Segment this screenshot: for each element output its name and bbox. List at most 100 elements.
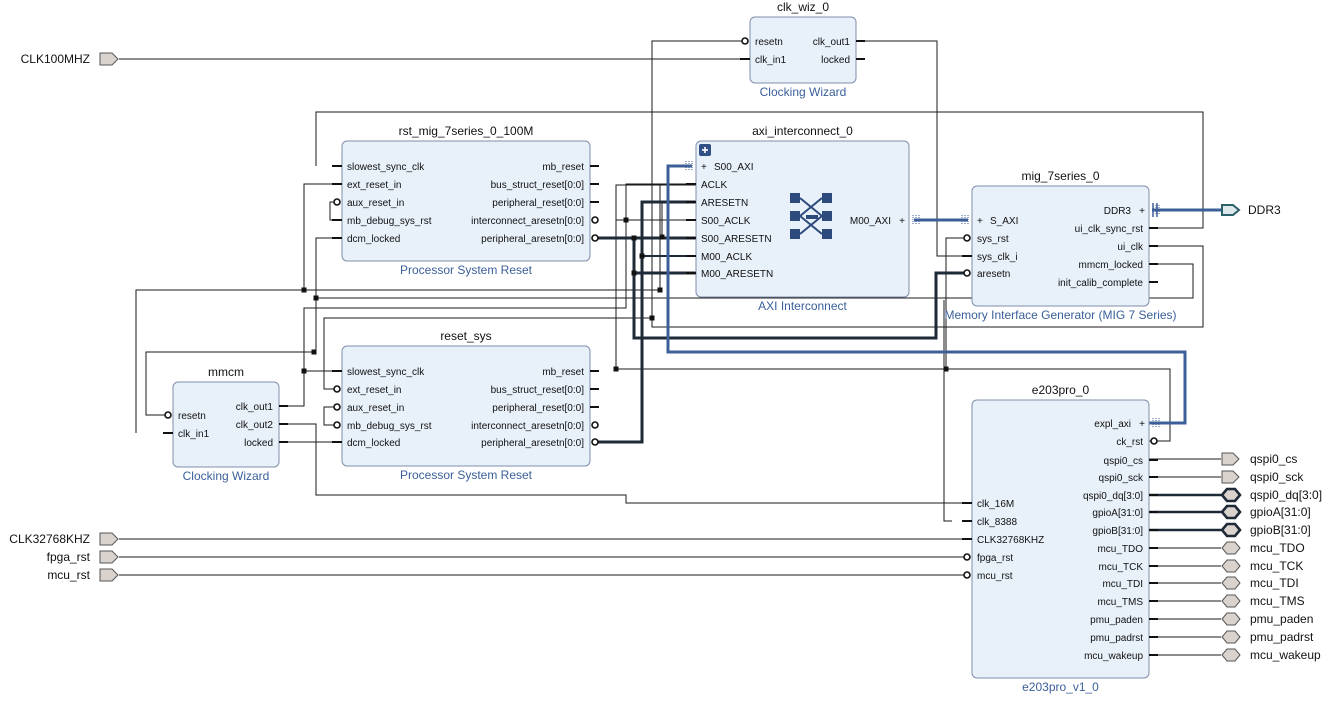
port-label-mb-reset: mb_reset <box>542 162 584 173</box>
in-sys-rst-pin[interactable] <box>963 234 971 242</box>
output-port-shape-icon[interactable] <box>1221 541 1241 555</box>
block-mig[interactable]: mig_7series_0 Memory Interface Generator … <box>944 169 1176 322</box>
port-label-mcu-tdi: mcu_TDI <box>1102 579 1143 590</box>
output-port-shape-icon[interactable] <box>1221 630 1241 644</box>
junction-dot <box>639 253 645 259</box>
port-label-mmcm-locked: mmcm_locked <box>1079 260 1143 271</box>
output-port-mcu-wakeup[interactable]: mcu_wakeup <box>1221 648 1321 662</box>
port-label-dcm-locked: dcm_locked <box>347 438 400 449</box>
port-label-resetn: resetn <box>178 411 206 422</box>
output-port-shape-icon[interactable] <box>1221 576 1241 590</box>
junction-dot <box>623 217 629 223</box>
in-fpga-rst-pin[interactable] <box>963 553 971 561</box>
output-port-shape-icon[interactable] <box>1220 487 1242 503</box>
net-aclk-c <box>615 184 696 369</box>
block-rst1[interactable]: rst_mig_7series_0_100M Processor System R… <box>332 124 599 277</box>
expand-plus-icon: + <box>1139 206 1145 217</box>
output-port-shape-icon[interactable] <box>1221 452 1240 466</box>
input-port-arrow-icon[interactable] <box>99 568 119 582</box>
port-label-locked: locked <box>821 55 850 66</box>
input-port-arrow-icon[interactable] <box>99 532 119 546</box>
output-port-shape-icon[interactable] <box>1220 522 1242 538</box>
expand-plus-icon: + <box>899 216 905 227</box>
block-axi[interactable]: axi_interconnect_0 AXI Interconnect + S00_A… <box>685 124 920 313</box>
output-port-gpiob[interactable]: gpioB[31:0] <box>1220 522 1311 538</box>
output-port-label: pmu_padrst <box>1250 630 1314 644</box>
input-port-mcu-rst[interactable]: mcu_rst <box>47 568 119 582</box>
out-ck-rst-pin[interactable] <box>1150 437 1158 445</box>
junction-dot <box>657 287 663 293</box>
in-mb-debug-sys-rst-pin[interactable] <box>333 421 341 429</box>
port-label-clk-in1: clk_in1 <box>755 55 787 66</box>
in-mcu-rst-pin[interactable] <box>963 571 971 579</box>
input-port-label: fpga_rst <box>47 550 91 564</box>
input-port-fpga-rst[interactable]: fpga_rst <box>47 550 119 564</box>
output-port-label: qspi0_dq[3:0] <box>1250 488 1322 502</box>
in-ext-reset-in-pin[interactable] <box>333 385 341 393</box>
junction-dot <box>631 270 637 276</box>
port-label-aresetn: aresetn <box>977 269 1010 280</box>
output-port-pmu-padrst[interactable]: pmu_padrst <box>1221 630 1314 644</box>
output-port-mcu-tdi[interactable]: mcu_TDI <box>1221 576 1299 590</box>
in-resetn-pin[interactable] <box>164 411 172 419</box>
port-label-slowest-sync-clk: slowest_sync_clk <box>347 162 425 173</box>
output-port-qspi0-cs[interactable]: qspi0_cs <box>1221 452 1297 466</box>
output-port-ddr3[interactable]: DDR3 <box>1221 203 1281 217</box>
block-title: axi_interconnect_0 <box>752 124 853 138</box>
in-aux-reset-in-pin[interactable] <box>333 403 341 411</box>
block-body[interactable] <box>749 16 857 84</box>
junction-dot <box>301 368 307 374</box>
out-interconnect-aresetn-pin[interactable] <box>591 421 599 429</box>
port-label-ck-rst: ck_rst <box>1116 437 1143 448</box>
in-resetn-pin[interactable] <box>741 37 749 45</box>
input-port-label: mcu_rst <box>47 568 90 582</box>
output-port-shape-icon[interactable] <box>1220 504 1242 520</box>
port-label-pmu-padrst: pmu_padrst <box>1090 633 1143 644</box>
block-design-canvas[interactable]: clk_wiz_0Clocking Wizardresetnclk_in1clk… <box>0 0 1335 701</box>
port-label-clk-in1: clk_in1 <box>178 429 210 440</box>
input-port-clk32768khz[interactable]: CLK32768KHZ <box>9 532 119 546</box>
block-rst2[interactable]: reset_sys Processor System Reset slowest_s… <box>332 329 599 482</box>
port-label-slowest-sync-clk: slowest_sync_clk <box>347 367 425 378</box>
output-port-shape-icon[interactable] <box>1221 612 1241 626</box>
input-port-clk100mhz[interactable]: CLK100MHZ <box>21 52 119 66</box>
input-port-arrow-icon[interactable] <box>99 52 119 66</box>
out-peripheral-aresetn-pin[interactable] <box>591 234 599 242</box>
out-peripheral-aresetn-pin[interactable] <box>591 438 599 446</box>
out-interconnect-aresetn-pin[interactable] <box>591 216 599 224</box>
block-title: clk_wiz_0 <box>777 0 829 14</box>
block-clkwiz[interactable]: clk_wiz_0 Clocking Wizard resetn clk_in1 clk… <box>740 0 865 99</box>
port-label-ext-reset-in: ext_reset_in <box>347 180 401 191</box>
output-port-shape-icon[interactable] <box>1221 648 1241 662</box>
output-port-shape-icon[interactable] <box>1221 204 1241 216</box>
output-port-gpioa[interactable]: gpioA[31:0] <box>1220 504 1311 520</box>
input-port-arrow-icon[interactable] <box>99 550 119 564</box>
output-port-mcu-tms[interactable]: mcu_TMS <box>1221 594 1305 608</box>
port-label-bus-struct-reset: bus_struct_reset[0:0] <box>491 385 585 396</box>
output-port-label: mcu_TCK <box>1250 559 1303 573</box>
port-label-clk-16m: clk_16M <box>977 499 1014 510</box>
output-port-shape-icon[interactable] <box>1221 594 1241 608</box>
output-port-shape-icon[interactable] <box>1221 470 1240 484</box>
output-port-pmu-paden[interactable]: pmu_paden <box>1221 612 1313 626</box>
ip-blocks: clk_wiz_0Clocking Wizardresetnclk_in1clk… <box>163 0 1177 694</box>
output-port-qspi0-dq[interactable]: qspi0_dq[3:0] <box>1220 487 1322 503</box>
port-label-mcu-tdo: mcu_TDO <box>1097 544 1143 555</box>
junction-dot <box>943 366 949 372</box>
port-label-qspi0-cs: qspi0_cs <box>1104 456 1143 467</box>
output-port-label: mcu_TDO <box>1250 541 1305 555</box>
port-label-m00-axi: M00_AXI <box>850 216 891 227</box>
port-label-fpga-rst: fpga_rst <box>977 553 1013 564</box>
port-label-interconnect-aresetn: interconnect_aresetn[0:0] <box>471 216 584 227</box>
in-aux-reset-in-pin[interactable] <box>333 198 341 206</box>
in-aresetn-pin[interactable] <box>963 269 971 277</box>
output-port-mcu-tck[interactable]: mcu_TCK <box>1221 559 1303 573</box>
output-port-shape-icon[interactable] <box>1221 559 1241 573</box>
block-mmcm[interactable]: mmcm Clocking Wizard resetn clk_in1 clk_out1… <box>163 365 288 483</box>
port-label-gpioa: gpioA[31:0] <box>1092 508 1143 519</box>
port-label-mb-debug-sys-rst: mb_debug_sys_rst <box>347 421 432 432</box>
output-port-qspi0-sck[interactable]: qspi0_sck <box>1221 470 1304 484</box>
net-s00-aclk <box>615 219 696 369</box>
output-port-mcu-tdo[interactable]: mcu_TDO <box>1221 541 1305 555</box>
block-e203[interactable]: e203pro_0 e203pro_v1_0 clk_16M clk_8388 CLK3… <box>962 383 1160 694</box>
